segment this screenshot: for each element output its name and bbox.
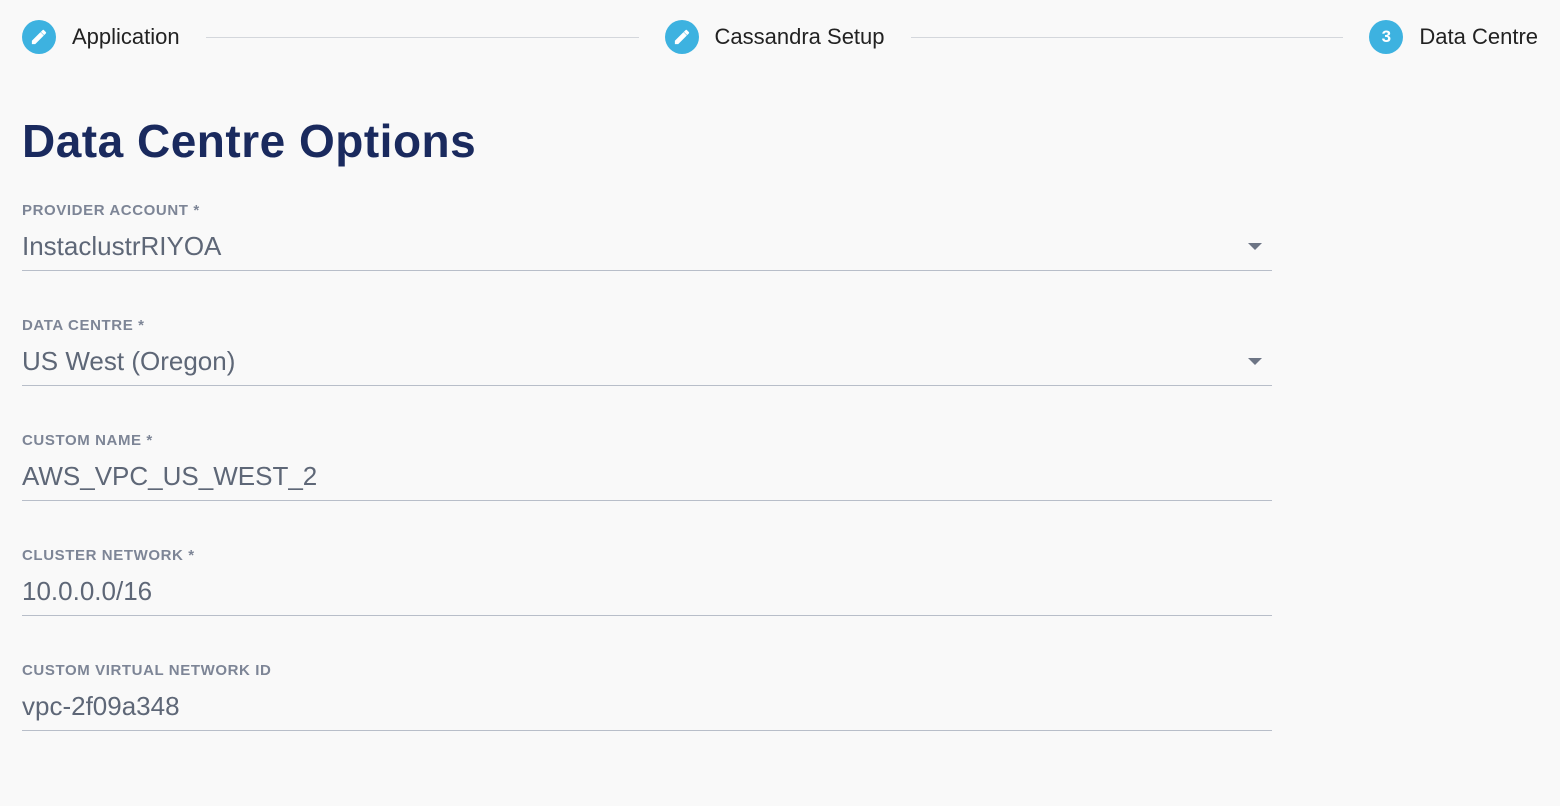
cluster-network-input[interactable] [22,576,1272,607]
step-label: Cassandra Setup [715,24,885,50]
field-custom-name: CUSTOM NAME * [22,432,1272,501]
chevron-down-icon [1248,243,1262,250]
field-label: CUSTOM NAME * [22,432,1272,449]
step-connector [911,37,1344,38]
step-application[interactable]: Application [22,20,180,54]
field-provider-account: PROVIDER ACCOUNT * InstaclustrRIYOA [22,202,1272,271]
field-label: DATA CENTRE * [22,317,1272,334]
provider-account-select[interactable]: InstaclustrRIYOA [22,227,1272,271]
field-custom-vnet-id: CUSTOM VIRTUAL NETWORK ID [22,662,1272,731]
step-label: Data Centre [1419,24,1538,50]
pencil-icon [665,20,699,54]
data-centre-select[interactable]: US West (Oregon) [22,342,1272,386]
custom-name-input[interactable] [22,461,1272,492]
chevron-down-icon [1248,358,1262,365]
step-number-badge: 3 [1369,20,1403,54]
custom-vnet-id-input-wrap [22,687,1272,731]
step-cassandra-setup[interactable]: Cassandra Setup [665,20,885,54]
step-label: Application [72,24,180,50]
field-label: CLUSTER NETWORK * [22,547,1272,564]
custom-vnet-id-input[interactable] [22,691,1272,722]
field-label: PROVIDER ACCOUNT * [22,202,1272,219]
step-connector [206,37,639,38]
main-content: Data Centre Options PROVIDER ACCOUNT * I… [0,54,1300,731]
page-title: Data Centre Options [22,114,1278,168]
field-data-centre: DATA CENTRE * US West (Oregon) [22,317,1272,386]
cluster-network-input-wrap [22,572,1272,616]
wizard-stepper: Application Cassandra Setup 3 Data Centr… [0,0,1560,54]
step-data-centre[interactable]: 3 Data Centre [1369,20,1538,54]
field-cluster-network: CLUSTER NETWORK * [22,547,1272,616]
select-value: InstaclustrRIYOA [22,231,1248,262]
field-label: CUSTOM VIRTUAL NETWORK ID [22,662,1272,679]
pencil-icon [22,20,56,54]
custom-name-input-wrap [22,457,1272,501]
select-value: US West (Oregon) [22,346,1248,377]
